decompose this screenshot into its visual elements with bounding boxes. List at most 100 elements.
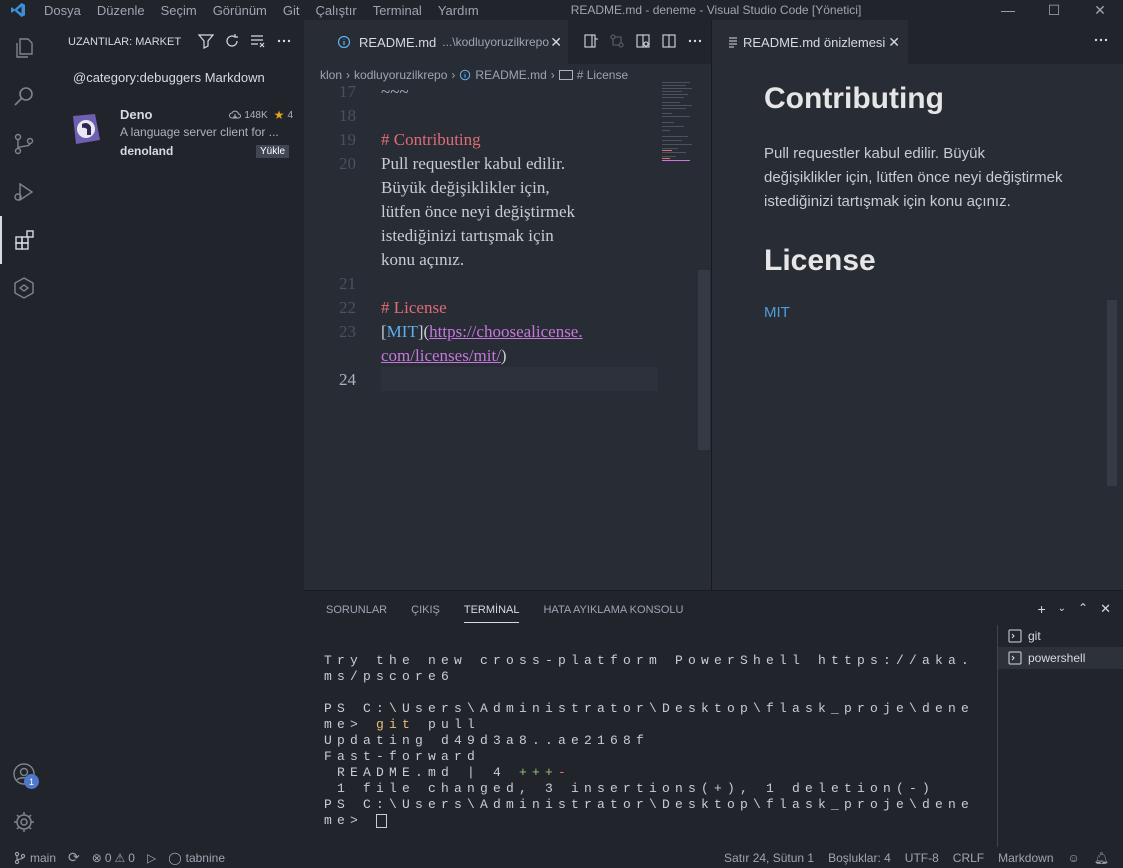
- remote-explorer-icon[interactable]: [0, 264, 48, 312]
- terminal-item-powershell[interactable]: powershell: [998, 647, 1123, 669]
- line-number-current: 24: [339, 370, 356, 389]
- encoding[interactable]: UTF-8: [905, 851, 939, 865]
- run-debug-icon[interactable]: [0, 168, 48, 216]
- breadcrumb-item[interactable]: klon: [320, 68, 342, 82]
- minimap[interactable]: [662, 80, 702, 180]
- terminal-name: git: [1028, 629, 1041, 643]
- problems-status[interactable]: ⊗ 0 ⚠ 0: [92, 851, 135, 865]
- language-mode[interactable]: Markdown: [998, 851, 1053, 865]
- link-url[interactable]: https://choosealicense.: [429, 322, 582, 341]
- preview-more-icon[interactable]: [1093, 32, 1109, 48]
- extension-name: Deno: [120, 107, 153, 122]
- tab-readme[interactable]: README.md ...\kodluyoruzilkrepo ✕: [304, 20, 568, 64]
- star-icon: ★: [273, 108, 285, 122]
- code-line-wrap: konu açınız.: [381, 250, 465, 269]
- code-line-link-wrap: com/licenses/mit/): [381, 346, 507, 365]
- line-number: 21: [339, 274, 356, 293]
- menu-git[interactable]: Git: [275, 3, 308, 18]
- code-line: ~~~: [381, 82, 409, 101]
- git-branch-icon: [14, 851, 26, 864]
- code-line-wrap: lütfen önce neyi değiştirmek: [381, 202, 576, 221]
- extensions-icon[interactable]: [0, 216, 48, 264]
- line-number: 18: [339, 106, 356, 125]
- source-control-icon[interactable]: [0, 120, 48, 168]
- deno-extension-icon: [68, 112, 102, 146]
- menu-gorunum[interactable]: Görünüm: [205, 3, 275, 18]
- menu-calistir[interactable]: Çalıştır: [308, 3, 365, 18]
- terminal-output[interactable]: Try the new cross-platform PowerShell ht…: [324, 653, 984, 829]
- indentation[interactable]: Boşluklar: 4: [828, 851, 891, 865]
- feedback-icon[interactable]: ☺: [1068, 851, 1080, 865]
- search-icon[interactable]: [0, 72, 48, 120]
- chevron-right-icon: ›: [451, 68, 456, 82]
- notifications-bell-icon[interactable]: 🔔︎: [1094, 851, 1109, 865]
- tab-problems[interactable]: SORUNLAR: [326, 604, 387, 616]
- preview-side-icon[interactable]: [635, 33, 651, 49]
- new-terminal-icon[interactable]: +: [1037, 601, 1045, 617]
- preview-scrollbar[interactable]: [1107, 300, 1117, 486]
- close-tab-icon[interactable]: ✕: [888, 34, 900, 51]
- terminal-name: powershell: [1028, 651, 1086, 665]
- filter-icon[interactable]: [198, 33, 214, 49]
- maximize-panel-icon[interactable]: ⌃: [1078, 601, 1088, 617]
- breadcrumb-item[interactable]: README.md: [475, 68, 546, 82]
- sidebar-title: UZANTILAR: MARKET: [68, 36, 182, 48]
- editor-scrollbar[interactable]: [698, 270, 710, 450]
- install-button[interactable]: Yükle: [255, 145, 289, 158]
- split-editor-icon[interactable]: [661, 33, 677, 49]
- download-icon: [229, 110, 242, 119]
- branch-status[interactable]: main: [14, 851, 56, 865]
- code-line-heading: # License: [381, 298, 447, 317]
- menu-dosya[interactable]: Dosya: [36, 3, 89, 18]
- link-url[interactable]: com/licenses/mit/: [381, 346, 501, 365]
- menu-terminal[interactable]: Terminal: [365, 3, 430, 18]
- tab-output[interactable]: ÇIKIŞ: [411, 604, 440, 616]
- terminal-item-git[interactable]: git: [998, 625, 1123, 647]
- open-preview-icon[interactable]: [583, 33, 599, 49]
- tab-preview[interactable]: README.md önizlemesi ✕: [712, 20, 908, 64]
- preview-heading: License: [764, 244, 876, 277]
- code-line-wrap: Büyük değişiklikler için,: [381, 178, 550, 197]
- link-text: MIT: [386, 322, 418, 341]
- settings-gear-icon[interactable]: [0, 798, 48, 846]
- tab-terminal[interactable]: TERMİNAL: [463, 604, 520, 623]
- tabnine-status[interactable]: ◯ tabnine: [168, 851, 225, 865]
- code-line-link: [MIT](https://choosealicense.: [381, 322, 583, 341]
- close-tab-icon[interactable]: ✕: [550, 34, 562, 51]
- breadcrumb-item[interactable]: # License: [577, 68, 628, 82]
- debug-launch-icon[interactable]: ▷: [147, 851, 156, 865]
- accounts-icon[interactable]: 1: [0, 750, 48, 798]
- code-editor[interactable]: 17 ~~~ 18 19 # Contributing 20 Pull requ…: [304, 82, 711, 590]
- menu-yardim[interactable]: Yardım: [430, 3, 487, 18]
- open-changes-icon[interactable]: [609, 33, 625, 49]
- accounts-badge: 1: [24, 774, 39, 789]
- string-symbol-icon: [558, 70, 573, 80]
- close-window-icon[interactable]: ✕: [1077, 0, 1123, 20]
- minimize-icon[interactable]: —: [985, 0, 1031, 20]
- refresh-icon[interactable]: [224, 33, 240, 49]
- menu-secim[interactable]: Seçim: [153, 3, 205, 18]
- extension-search-input[interactable]: @category:debuggers Markdown: [60, 64, 292, 90]
- menu-duzenle[interactable]: Düzenle: [89, 3, 153, 18]
- clear-extensions-icon[interactable]: [250, 33, 266, 49]
- end-of-line[interactable]: CRLF: [953, 851, 984, 865]
- sync-icon[interactable]: ⟳: [68, 849, 80, 866]
- menu-bar: Dosya Düzenle Seçim Görünüm Git Çalıştır…: [36, 3, 487, 18]
- bottom-panel: SORUNLAR ÇIKIŞ TERMİNAL HATA AYIKLAMA KO…: [304, 590, 1123, 848]
- line-number: 19: [339, 130, 356, 149]
- more-actions-icon[interactable]: [276, 33, 292, 49]
- cursor-position[interactable]: Satır 24, Sütun 1: [724, 851, 814, 865]
- preview-link[interactable]: MIT: [764, 304, 790, 321]
- maximize-icon[interactable]: ☐: [1031, 0, 1077, 20]
- extension-item-deno[interactable]: Deno 148K ★ 4 A language server client f…: [48, 102, 304, 158]
- editor-more-icon[interactable]: [687, 33, 703, 49]
- info-icon: [337, 35, 351, 49]
- close-panel-icon[interactable]: ✕: [1100, 601, 1111, 617]
- tab-debug-console[interactable]: HATA AYIKLAMA KONSOLU: [543, 604, 683, 616]
- explorer-icon[interactable]: [0, 24, 48, 72]
- chevron-down-icon[interactable]: ⌄: [1058, 603, 1066, 617]
- breadcrumb-item[interactable]: kodluyoruzilkrepo: [354, 68, 447, 82]
- info-icon: [460, 69, 471, 81]
- markdown-preview: README.md önizlemesi ✕ Contributing Pull…: [711, 20, 1123, 590]
- branch-name: main: [30, 850, 57, 865]
